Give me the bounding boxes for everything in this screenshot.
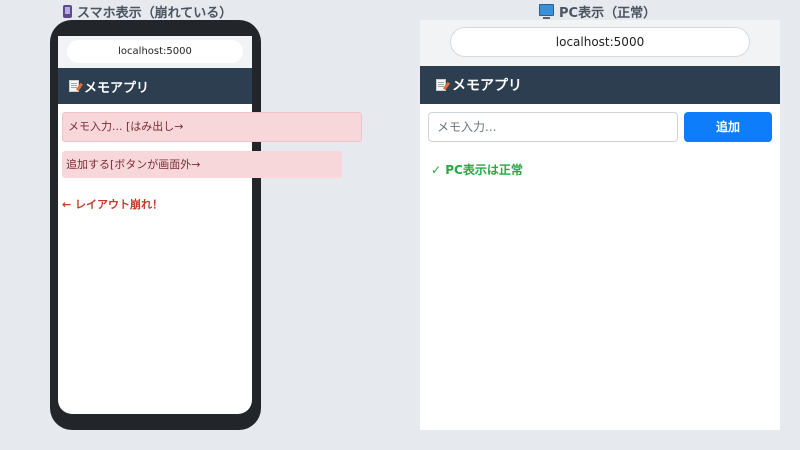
mobile-caption: スマホ表示（崩れている） (63, 3, 233, 21)
pc-url-bar[interactable]: localhost:5000 (450, 27, 750, 57)
comparison-stage: スマホ表示（崩れている） PC表示（正常） localhost:5000 メモア… (0, 0, 800, 450)
desktop-computer-icon (539, 3, 554, 19)
pc-browser-bar: localhost:5000 (420, 20, 780, 66)
pc-ok-note: ✓ PC表示は正常 (431, 163, 523, 177)
memo-icon (436, 79, 446, 91)
pc-caption: PC表示（正常） (539, 3, 657, 21)
phone-app-title: メモアプリ (84, 80, 150, 96)
phone-memo-input-overflow[interactable]: メモ入力... [はみ出し→ (62, 112, 362, 142)
phone-screen: localhost:5000 メモアプリ メモ入力... [はみ出し→ 追加する… (58, 36, 362, 414)
pc-caption-text: PC表示（正常） (559, 5, 657, 21)
phone-app-header: メモアプリ (58, 68, 252, 104)
pc-app-header: メモアプリ (420, 66, 780, 104)
pc-memo-input[interactable]: メモ入力... (428, 112, 678, 142)
phone-frame: localhost:5000 メモアプリ メモ入力... [はみ出し→ 追加する… (50, 20, 362, 430)
mobile-caption-text: スマホ表示（崩れている） (77, 5, 233, 21)
mobile-phone-icon (63, 4, 72, 18)
phone-browser-bar: localhost:5000 (58, 36, 252, 68)
phone-add-button-overflow[interactable]: 追加する[ボタンが画面外→ (62, 151, 342, 178)
phone-url-bar[interactable]: localhost:5000 (67, 40, 243, 63)
memo-icon (69, 80, 79, 92)
layout-broken-note: ← レイアウト崩れ！ (62, 198, 164, 211)
pc-app-title: メモアプリ (452, 78, 522, 94)
pc-browser-frame: localhost:5000 メモアプリ メモ入力... 追加 ✓ PC表示は正… (420, 20, 780, 430)
pc-add-button[interactable]: 追加 (684, 112, 772, 142)
